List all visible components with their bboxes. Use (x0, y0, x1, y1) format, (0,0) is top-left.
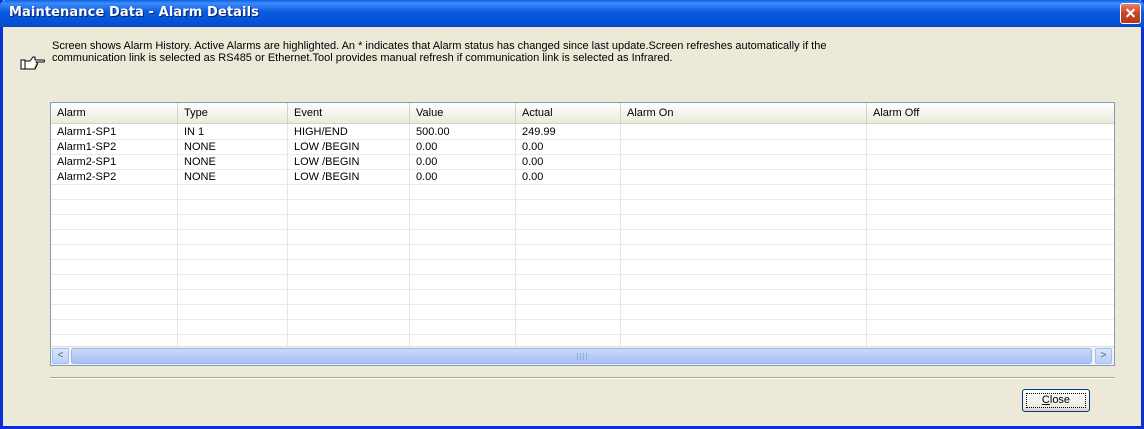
cell-alarm: Alarm2-SP1 (57, 156, 117, 168)
table-row[interactable]: Alarm1-SP1 IN 1 HIGH/END 500.00 249.99 (51, 125, 1114, 140)
cell-value: 500.00 (416, 126, 450, 138)
cell-actual: 249.99 (522, 126, 556, 138)
cell-actual: 0.00 (522, 141, 544, 153)
cell-event: LOW /BEGIN (294, 171, 360, 183)
cell-type: IN 1 (184, 126, 205, 138)
grid-line (51, 259, 1114, 260)
info-description: Screen shows Alarm History. Active Alarm… (52, 40, 827, 64)
column-header-alarm[interactable]: Alarm (51, 103, 178, 123)
cell-actual: 0.00 (522, 156, 544, 168)
grid-line (51, 229, 1114, 230)
table-row[interactable]: Alarm2-SP1 NONE LOW /BEGIN 0.00 0.00 (51, 155, 1114, 170)
cell-type: NONE (184, 156, 216, 168)
cell-alarm-on (621, 170, 627, 185)
table-row[interactable]: Alarm2-SP2 NONE LOW /BEGIN 0.00 0.00 (51, 170, 1114, 185)
column-header-event[interactable]: Event (288, 103, 410, 123)
cell-value: 0.00 (416, 156, 438, 168)
window-close-icon[interactable] (1120, 3, 1141, 24)
grid-line (51, 214, 1114, 215)
focus-rectangle (1026, 393, 1086, 408)
grid-line (51, 304, 1114, 305)
alarm-history-table[interactable]: Alarm Type Event Value Actual Alarm On A… (50, 102, 1115, 366)
cell-alarm: Alarm1-SP2 (57, 141, 117, 153)
cell-alarm: Alarm1-SP1 (57, 126, 117, 138)
scroll-left-button[interactable]: < (52, 348, 69, 364)
scroll-thumb[interactable] (71, 348, 1092, 364)
cell-event: HIGH/END (294, 126, 348, 138)
cell-event: LOW /BEGIN (294, 156, 360, 168)
close-button[interactable]: Close (1022, 389, 1090, 412)
column-header-value[interactable]: Value (410, 103, 516, 123)
cell-alarm-off (867, 140, 873, 155)
grid-line (51, 319, 1114, 320)
cell-alarm-off (867, 155, 873, 170)
grid-line (51, 289, 1114, 290)
title-bar[interactable]: Maintenance Data - Alarm Details (0, 0, 1144, 27)
cell-alarm-on (621, 155, 627, 170)
window-title: Maintenance Data - Alarm Details (9, 5, 259, 20)
cell-actual: 0.00 (522, 171, 544, 183)
table-header: Alarm Type Event Value Actual Alarm On A… (51, 103, 1114, 124)
grid-line (51, 244, 1114, 245)
horizontal-scrollbar[interactable]: < > (51, 346, 1114, 365)
grid-line (51, 274, 1114, 275)
pointing-hand-icon (20, 56, 45, 70)
alarm-details-window: Maintenance Data - Alarm Details Screen … (0, 0, 1144, 429)
cell-type: NONE (184, 171, 216, 183)
cell-alarm: Alarm2-SP2 (57, 171, 117, 183)
separator (50, 377, 1115, 379)
cell-alarm-on (621, 140, 627, 155)
cell-value: 0.00 (416, 141, 438, 153)
grid-line (51, 199, 1114, 200)
cell-type: NONE (184, 141, 216, 153)
cell-alarm-off (867, 170, 873, 185)
cell-event: LOW /BEGIN (294, 141, 360, 153)
cell-alarm-off (867, 125, 873, 140)
table-row[interactable]: Alarm1-SP2 NONE LOW /BEGIN 0.00 0.00 (51, 140, 1114, 155)
column-header-alarm-on[interactable]: Alarm On (621, 103, 867, 123)
column-header-type[interactable]: Type (178, 103, 288, 123)
scroll-right-button[interactable]: > (1095, 348, 1112, 364)
cell-value: 0.00 (416, 171, 438, 183)
column-header-actual[interactable]: Actual (516, 103, 621, 123)
scroll-grip-icon (577, 353, 587, 360)
grid-line (51, 334, 1114, 335)
cell-alarm-on (621, 125, 627, 140)
column-header-alarm-off[interactable]: Alarm Off (867, 103, 1114, 123)
